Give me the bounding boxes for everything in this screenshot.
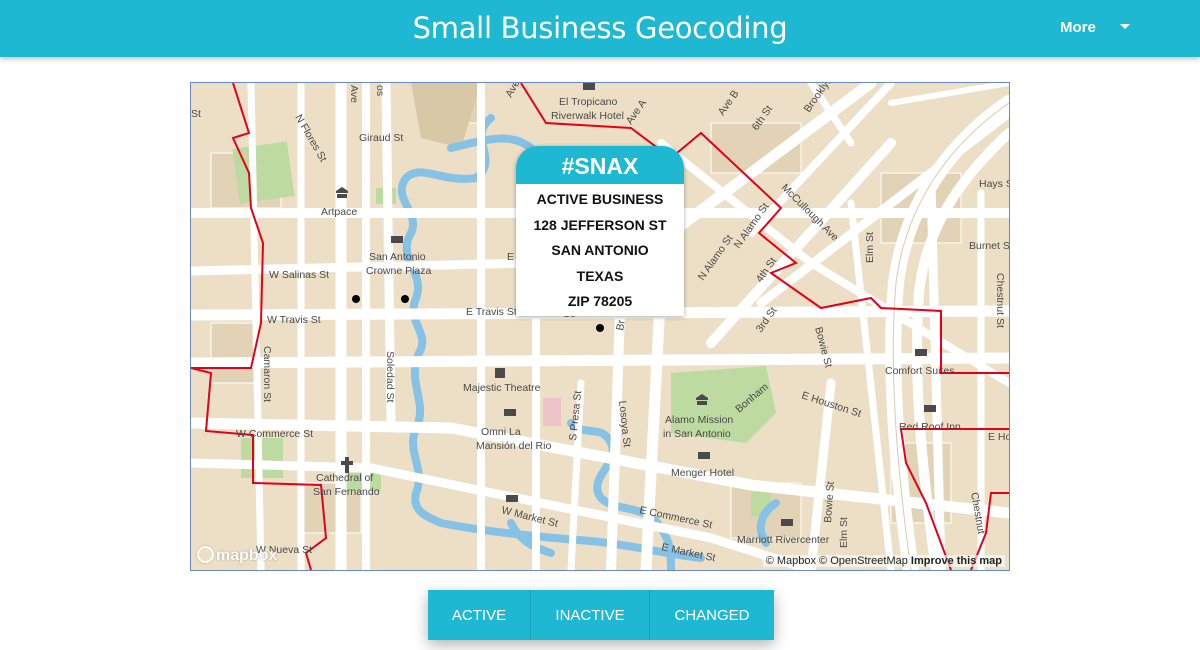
- caret-down-icon: [1119, 23, 1130, 29]
- map-label: St: [191, 108, 201, 120]
- popup-title: #SNAX: [516, 146, 684, 184]
- map-label: Hays St: [979, 178, 1009, 190]
- mapbox-logo-icon: [197, 546, 214, 563]
- map-label: Giraud St: [359, 132, 403, 144]
- map-label: Cathedral of: [316, 472, 373, 484]
- popup-zip: ZIP 78205: [567, 293, 633, 309]
- mapbox-logo-text: mapbox: [216, 547, 278, 564]
- map-label: E: [507, 251, 514, 263]
- inactive-button[interactable]: Inactive: [531, 590, 650, 640]
- map-label: El Tropicano: [559, 96, 618, 108]
- map-label: Alamo Mission: [665, 414, 733, 426]
- map-label: Elm St: [838, 517, 850, 548]
- active-button[interactable]: Active: [428, 590, 531, 640]
- map-label: Elm St: [864, 232, 876, 263]
- map-label: Soledad St: [384, 351, 396, 402]
- map-label: W Salinas St: [269, 269, 329, 281]
- map-label: Crowne Plaza: [366, 265, 432, 277]
- map-label: E Travis St: [466, 306, 517, 318]
- map-label: os: [374, 85, 386, 96]
- map-label: Artpace: [321, 206, 357, 218]
- more-menu-button[interactable]: More: [1045, 0, 1145, 57]
- map[interactable]: El Tropicano Riverwalk Hotel Artpace San…: [190, 82, 1010, 571]
- map-attribution: © Mapbox © OpenStreetMap Improve this ma…: [762, 555, 1005, 567]
- changed-button[interactable]: Changed: [650, 590, 774, 640]
- map-label: Comfort Suites: [885, 365, 954, 377]
- map-label: Ave: [348, 85, 360, 103]
- map-label: W Commerce St: [236, 428, 313, 440]
- improve-map-link[interactable]: Improve this map: [911, 555, 1002, 567]
- map-label: W Travis St: [267, 314, 321, 326]
- status-filter-buttons: Active Inactive Changed: [428, 590, 774, 640]
- map-label: Marriott Rivercenter: [737, 534, 830, 546]
- app-title: Small Business Geocoding: [412, 11, 788, 45]
- map-label: E Ho: [988, 431, 1009, 443]
- popup-address: 128 JEFFERSON ST: [533, 216, 667, 233]
- popup-city: SAN ANTONIO: [551, 242, 649, 258]
- map-label: Red Roof Inn: [899, 421, 961, 433]
- map-label: San Fernando: [313, 486, 380, 498]
- map-label: Mansión del Rio: [476, 440, 551, 452]
- map-label: San Antonio: [369, 251, 426, 263]
- attribution-text[interactable]: © Mapbox © OpenStreetMap: [766, 555, 908, 567]
- map-label: Camaron St: [261, 346, 273, 402]
- business-popup: #SNAX ACTIVE BUSINESS 128 JEFFERSON ST S…: [516, 146, 684, 316]
- popup-state: TEXAS: [576, 267, 624, 284]
- map-label: Omni La: [481, 426, 521, 438]
- popup-status: ACTIVE BUSINESS: [536, 191, 664, 207]
- map-label: Chestnut St: [994, 273, 1006, 328]
- map-label: Majestic Theatre: [463, 382, 541, 394]
- map-label: Riverwalk Hotel: [551, 110, 624, 122]
- map-label: Menger Hotel: [671, 467, 734, 479]
- more-label: More: [1060, 19, 1096, 36]
- app-header: Small Business Geocoding More: [0, 0, 1200, 57]
- map-label: in San Antonio: [663, 428, 731, 440]
- map-label: Burnet St: [969, 240, 1009, 252]
- mapbox-logo[interactable]: mapbox: [197, 546, 277, 565]
